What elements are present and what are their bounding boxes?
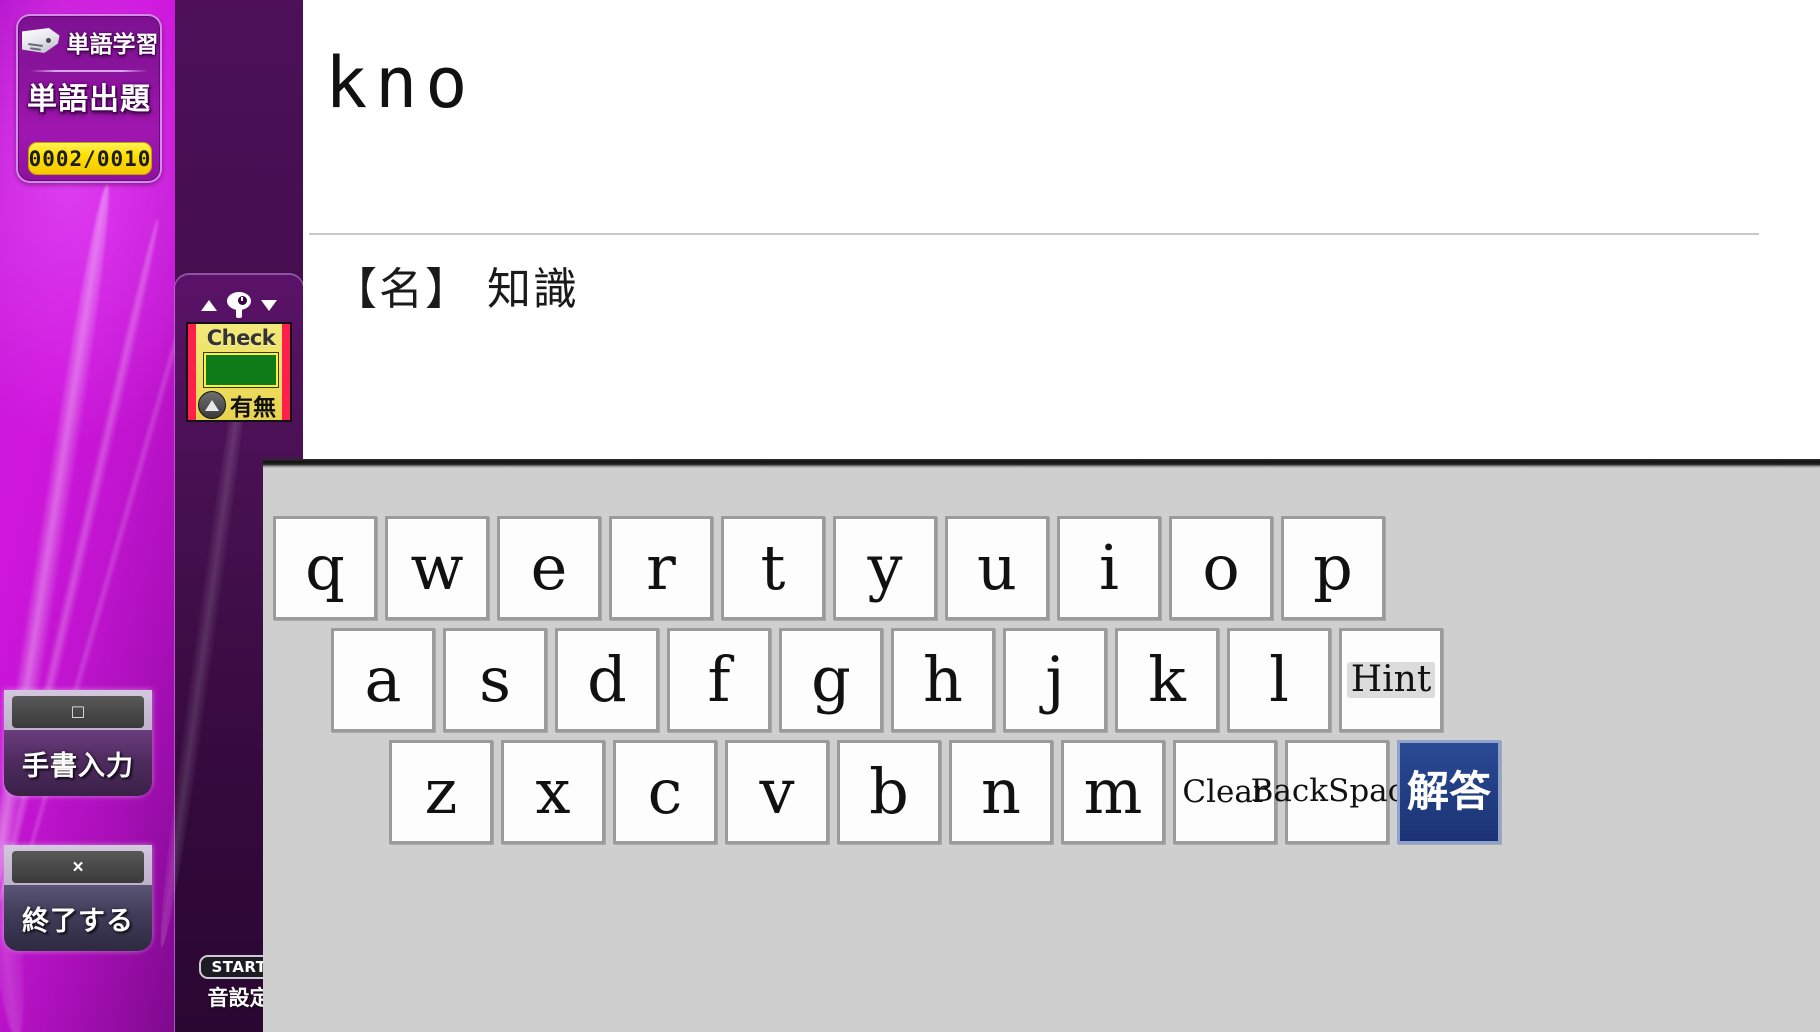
handwriting-button-body: 手書入力	[4, 730, 152, 796]
app-title: 単語学習	[66, 32, 159, 58]
exit-button-body: 終了する	[4, 885, 152, 951]
key-s[interactable]: s	[443, 628, 547, 732]
key-hint-label: Hint	[1346, 662, 1436, 698]
key-y[interactable]: y	[833, 516, 937, 620]
key-k[interactable]: k	[1115, 628, 1219, 732]
check-widget[interactable]: Check 有無	[186, 322, 292, 422]
key-g[interactable]: g	[779, 628, 883, 732]
decorative-swoosh	[0, 217, 165, 903]
square-icon: □	[72, 701, 84, 723]
key-p[interactable]: p	[1281, 516, 1385, 620]
handwriting-button-cap: □	[12, 696, 144, 728]
word-quiz-screen: 単語学習 単語出題 0002/0010 □ 手書入力 × 終了する Check …	[0, 0, 1820, 1032]
keyboard-separator	[263, 459, 1820, 468]
typed-answer: kno	[325, 42, 476, 124]
key-f[interactable]: f	[667, 628, 771, 732]
check-widget-screen	[204, 353, 278, 387]
check-widget-title: Check	[206, 326, 276, 350]
key-b[interactable]: b	[837, 740, 941, 844]
mode-title: 単語出題	[27, 82, 151, 117]
left-sidebar: 単語学習 単語出題 0002/0010 □ 手書入力 × 終了する	[0, 0, 175, 1032]
triangle-button-icon[interactable]	[198, 391, 226, 419]
close-icon: ×	[72, 856, 84, 878]
word-definition: 【名】 知識	[333, 264, 579, 315]
key-解答[interactable]: 解答	[1397, 740, 1501, 844]
flashcard-icon	[20, 26, 64, 56]
handwriting-button-label: 手書入力	[22, 750, 134, 782]
key-z[interactable]: z	[389, 740, 493, 844]
key-w[interactable]: w	[385, 516, 489, 620]
exit-button[interactable]: × 終了する	[4, 845, 152, 951]
logo-header: 単語学習	[18, 16, 160, 68]
key-c[interactable]: c	[613, 740, 717, 844]
key-h[interactable]: h	[891, 628, 995, 732]
handwriting-input-button[interactable]: □ 手書入力	[4, 690, 152, 796]
on-screen-keyboard: qwertyuiop a s d f g h j k l Hint z x c v b n m Clear Bac…	[263, 468, 1820, 1032]
key-j[interactable]: j	[1003, 628, 1107, 732]
key-n[interactable]: n	[949, 740, 1053, 844]
check-toggle-label: 有無	[230, 395, 276, 421]
key-q[interactable]: q	[273, 516, 377, 620]
keyboard-row-2: a s d f g h j k l Hint	[331, 628, 1451, 732]
arrow-down-icon[interactable]	[261, 299, 277, 311]
key-r[interactable]: r	[609, 516, 713, 620]
key-hint[interactable]: Hint	[1339, 628, 1443, 732]
lightbulb-icon	[227, 292, 251, 318]
answer-divider	[309, 233, 1759, 235]
key-m[interactable]: m	[1061, 740, 1165, 844]
key-u[interactable]: u	[945, 516, 1049, 620]
exit-button-cap: ×	[12, 851, 144, 883]
exit-button-label: 終了する	[22, 905, 134, 937]
keyboard-row-3: z x c v b n m Clear Back Space 解答	[389, 740, 1509, 844]
key-d[interactable]: d	[555, 628, 659, 732]
key-l[interactable]: l	[1227, 628, 1331, 732]
key-e[interactable]: e	[497, 516, 601, 620]
key-t[interactable]: t	[721, 516, 825, 620]
arrow-up-icon[interactable]	[201, 299, 217, 311]
key-a[interactable]: a	[331, 628, 435, 732]
app-logo-card: 単語学習 単語出題 0002/0010	[16, 14, 162, 183]
key-line: Back	[1250, 773, 1329, 810]
check-arrow-row	[175, 292, 303, 318]
key-v[interactable]: v	[725, 740, 829, 844]
question-counter-value: 0002/0010	[28, 146, 152, 171]
key-o[interactable]: o	[1169, 516, 1273, 620]
key-back-space[interactable]: Back Space	[1251, 740, 1423, 844]
key-i[interactable]: i	[1057, 516, 1161, 620]
keyboard-row-1: qwertyuiop	[273, 516, 1393, 620]
key-x[interactable]: x	[501, 740, 605, 844]
question-counter: 0002/0010	[28, 142, 152, 175]
logo-divider	[30, 70, 148, 72]
